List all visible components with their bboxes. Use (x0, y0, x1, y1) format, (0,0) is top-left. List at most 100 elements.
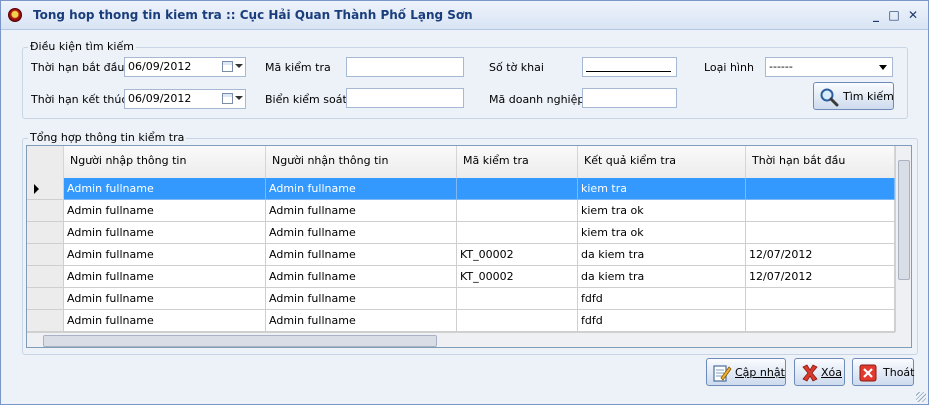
type-label: Loại hình (704, 61, 754, 74)
row-header-corner (27, 146, 64, 178)
horizontal-scrollbar[interactable] (27, 332, 895, 347)
receiver-cell[interactable]: Admin fullname (266, 310, 457, 332)
row-header[interactable] (27, 178, 64, 200)
minimize-button[interactable]: _ (867, 7, 885, 23)
check-code-cell[interactable] (457, 178, 578, 200)
mask-underline (586, 71, 671, 72)
calendar-icon[interactable] (222, 61, 233, 72)
table-row[interactable]: Admin fullname Admin fullname fdfd (27, 288, 895, 310)
close-button[interactable]: ✕ (904, 7, 922, 23)
main-window: Tong hop thong tin kiem tra :: Cục Hải Q… (0, 0, 929, 405)
row-header[interactable] (27, 266, 64, 288)
receiver-cell[interactable]: Admin fullname (266, 266, 457, 288)
column-header-result[interactable]: Kết quả kiểm tra (578, 146, 746, 178)
start-date-cell[interactable] (746, 178, 895, 200)
calendar-icon[interactable] (222, 93, 233, 104)
receiver-cell[interactable]: Admin fullname (266, 222, 457, 244)
table-row[interactable]: Admin fullname Admin fullname KT_00002 da k… (27, 244, 895, 266)
to-date-value: 06/09/2012 (128, 92, 192, 105)
result-cell[interactable]: fdfd (578, 288, 746, 310)
resize-grip-icon[interactable] (916, 392, 926, 402)
row-header[interactable] (27, 244, 64, 266)
result-cell[interactable]: kiem tra ok (578, 200, 746, 222)
scrollbar-corner (895, 332, 911, 347)
check-code-cell[interactable]: KT_00002 (457, 244, 578, 266)
chevron-down-icon[interactable] (235, 64, 243, 68)
start-date-cell[interactable] (746, 288, 895, 310)
horizontal-scroll-thumb[interactable] (43, 335, 437, 347)
row-header[interactable] (27, 222, 64, 244)
edit-document-icon (713, 365, 732, 382)
check-code-cell[interactable] (457, 288, 578, 310)
sender-cell[interactable]: Admin fullname (64, 266, 266, 288)
receiver-cell[interactable]: Admin fullname (266, 288, 457, 310)
delete-button[interactable]: Xóa (794, 358, 845, 386)
check-code-cell[interactable] (457, 310, 578, 332)
receiver-cell[interactable]: Admin fullname (266, 178, 457, 200)
table-row[interactable]: Admin fullname Admin fullname kiem tra ok (27, 222, 895, 244)
declaration-input[interactable] (582, 57, 677, 77)
result-cell[interactable]: da kiem tra (578, 244, 746, 266)
table-row[interactable]: Admin fullname Admin fullname KT_00002 da k… (27, 266, 895, 288)
sender-cell[interactable]: Admin fullname (64, 200, 266, 222)
results-grid[interactable]: Người nhập thông tin Người nhận thông ti… (26, 145, 912, 348)
table-row[interactable]: Admin fullname Admin fullname kiem tra ok (27, 200, 895, 222)
company-code-label: Mã doanh nghiệp (489, 93, 585, 106)
check-code-cell[interactable] (457, 222, 578, 244)
result-cell[interactable]: kiem tra (578, 178, 746, 200)
row-header[interactable] (27, 288, 64, 310)
column-header-receiver[interactable]: Người nhận thông tin (266, 146, 457, 178)
window-title: Tong hop thong tin kiem tra :: Cục Hải Q… (33, 8, 473, 22)
sender-cell[interactable]: Admin fullname (64, 178, 266, 200)
update-button-label: Cập nhật (735, 366, 785, 379)
start-date-cell[interactable]: 12/07/2012 (746, 244, 895, 266)
current-row-pointer-icon (34, 184, 39, 194)
sender-cell[interactable]: Admin fullname (64, 310, 266, 332)
maximize-button[interactable]: □ (885, 7, 903, 23)
table-row[interactable]: Admin fullname Admin fullname kiem tra (27, 178, 895, 200)
chevron-down-icon[interactable] (879, 65, 887, 70)
plate-input[interactable] (346, 88, 464, 108)
from-date-value: 06/09/2012 (128, 60, 192, 73)
table-row[interactable]: Admin fullname Admin fullname fdfd (27, 310, 895, 332)
title-bar[interactable]: Tong hop thong tin kiem tra :: Cục Hải Q… (1, 1, 928, 30)
chevron-down-icon[interactable] (235, 96, 243, 100)
receiver-cell[interactable]: Admin fullname (266, 244, 457, 266)
to-date-label: Thời hạn kết thúc (31, 93, 128, 106)
to-date-picker[interactable]: 06/09/2012 (124, 89, 246, 109)
check-code-input[interactable] (346, 57, 464, 77)
company-code-input[interactable] (582, 88, 677, 108)
column-header-sender[interactable]: Người nhập thông tin (64, 146, 266, 178)
start-date-cell[interactable] (746, 310, 895, 332)
sender-cell[interactable]: Admin fullname (64, 222, 266, 244)
type-select-value: ------ (769, 60, 793, 73)
type-select[interactable]: ------ (765, 57, 893, 77)
exit-button[interactable]: Thoát (852, 358, 914, 386)
vertical-scrollbar[interactable] (895, 146, 911, 332)
from-date-picker[interactable]: 06/09/2012 (124, 57, 246, 77)
from-date-label: Thời hạn bắt đầu (31, 61, 125, 74)
receiver-cell[interactable]: Admin fullname (266, 200, 457, 222)
start-date-cell[interactable]: 12/07/2012 (746, 266, 895, 288)
sender-cell[interactable]: Admin fullname (64, 288, 266, 310)
check-code-cell[interactable] (457, 200, 578, 222)
sender-cell[interactable]: Admin fullname (64, 244, 266, 266)
column-header-check-code[interactable]: Mã kiểm tra (457, 146, 578, 178)
result-cell[interactable]: fdfd (578, 310, 746, 332)
start-date-cell[interactable] (746, 200, 895, 222)
check-code-cell[interactable]: KT_00002 (457, 266, 578, 288)
plate-label: Biển kiểm soát (265, 93, 347, 106)
grid-header: Người nhập thông tin Người nhận thông ti… (27, 146, 895, 179)
update-button[interactable]: Cập nhật (706, 358, 786, 386)
search-group-legend: Điều kiện tìm kiếm (28, 40, 136, 53)
delete-button-label: Xóa (821, 366, 843, 379)
exit-x-icon (859, 364, 877, 382)
row-header[interactable] (27, 310, 64, 332)
vertical-scroll-thumb[interactable] (898, 160, 910, 280)
column-header-start-date[interactable]: Thời hạn bắt đầu (746, 146, 895, 178)
search-button[interactable]: Tìm kiếm (813, 82, 894, 110)
result-cell[interactable]: da kiem tra (578, 266, 746, 288)
row-header[interactable] (27, 200, 64, 222)
result-cell[interactable]: kiem tra ok (578, 222, 746, 244)
start-date-cell[interactable] (746, 222, 895, 244)
